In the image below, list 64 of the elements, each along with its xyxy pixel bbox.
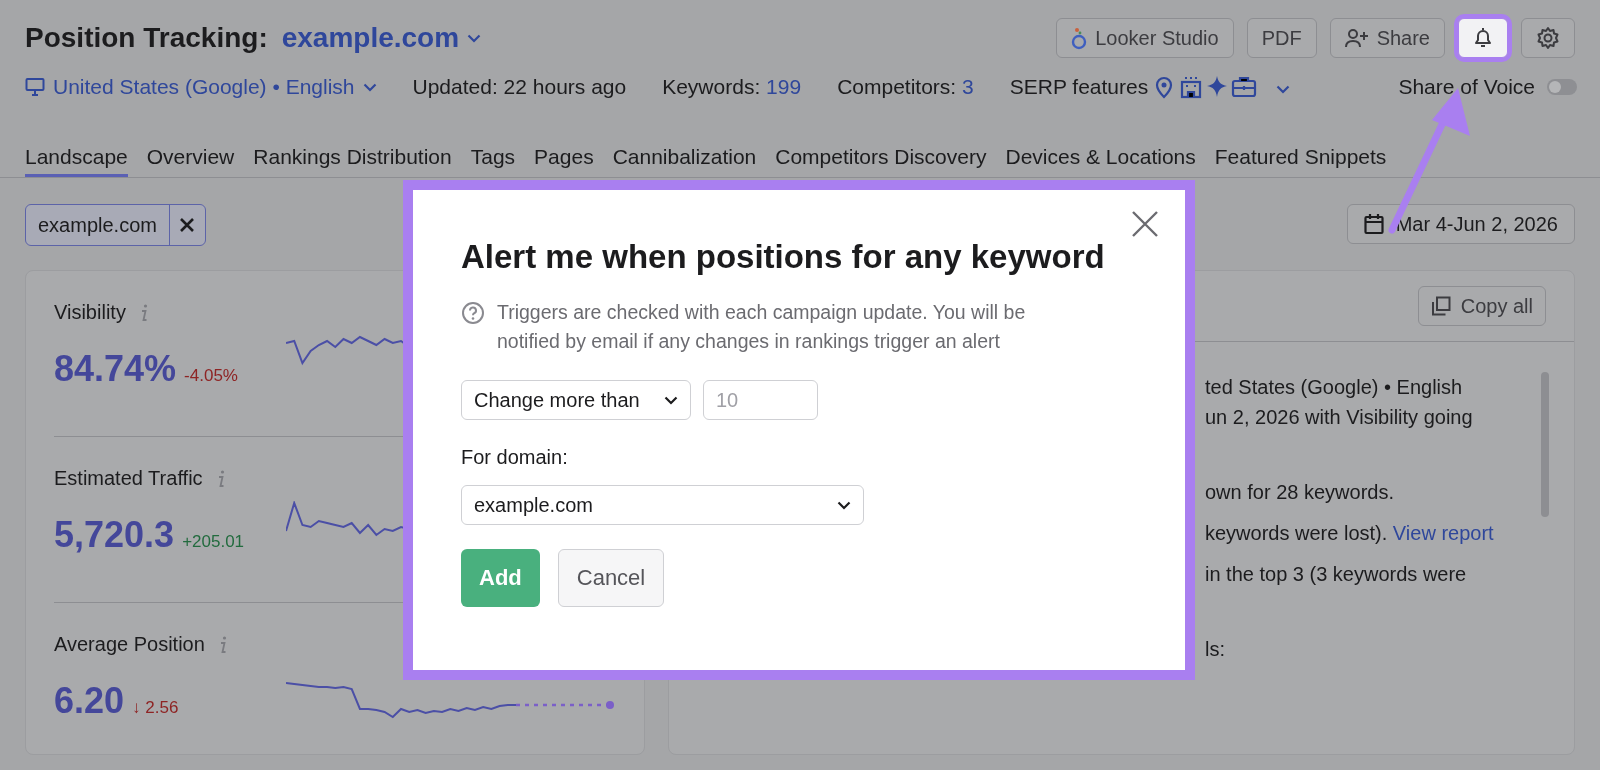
- tab[interactable]: Cannibalization: [612, 145, 757, 177]
- caret-icon: [664, 395, 678, 405]
- page-title: Position Tracking:: [25, 22, 268, 54]
- info-icon: [139, 303, 148, 322]
- metric-value: 84.74%: [54, 348, 177, 390]
- summary-text: keywords were lost). View report: [1205, 521, 1495, 546]
- looker-logo-icon: [1071, 26, 1088, 50]
- summary-text: ls:: [1205, 637, 1226, 662]
- settings-icon: [1536, 26, 1560, 50]
- close-icon: [180, 218, 195, 232]
- pdf-button[interactable]: PDF: [1246, 18, 1317, 58]
- dropdown-caret-icon: [1276, 85, 1291, 94]
- tab[interactable]: Featured Snippets: [1214, 145, 1387, 177]
- domain-label: For domain:: [461, 446, 569, 469]
- share-of-voice-toggle[interactable]: [1547, 79, 1577, 95]
- dialog-title: Alert me when positions for any keyword: [461, 238, 1106, 276]
- serp-features-label: SERP features: [1009, 75, 1149, 99]
- tab[interactable]: Landscape: [25, 145, 128, 177]
- cancel-button[interactable]: Cancel: [557, 549, 665, 607]
- summary-text: ted States (Google) • English: [1205, 375, 1464, 400]
- summary-text: un 2, 2026 with Visibility going: [1205, 405, 1474, 430]
- domain-dropdown[interactable]: example.com: [461, 485, 864, 525]
- metric-label: Average Position: [54, 633, 205, 656]
- bell-icon: [1473, 27, 1493, 49]
- copy-all-button[interactable]: Copy all: [1417, 286, 1546, 326]
- add-user-icon: [1344, 28, 1369, 48]
- view-report-link[interactable]: View report: [1392, 522, 1494, 544]
- scrollbar[interactable]: [1541, 372, 1549, 517]
- copy-icon: [1430, 296, 1451, 316]
- stat-text: Competitors: 3: [837, 75, 974, 99]
- share-of-voice-label: Share of Voice: [1398, 75, 1535, 99]
- help-text: Triggers are checked with each campaign update. You will be notified by email if any changes in rankings trigger an alert: [497, 300, 1027, 354]
- metric-change: +205.01: [182, 532, 245, 552]
- summary-text: own for 28 keywords.: [1205, 480, 1395, 505]
- threshold-input[interactable]: 10: [703, 380, 818, 420]
- caret-icon: [837, 500, 851, 510]
- metric-value: 6.20: [54, 680, 125, 722]
- looker-button[interactable]: Looker Studio: [1056, 18, 1234, 58]
- tab[interactable]: Tags: [470, 145, 516, 177]
- calendar-icon: [1363, 213, 1384, 235]
- share-button[interactable]: Share: [1329, 18, 1445, 58]
- metric-label: Visibility: [54, 301, 126, 324]
- caret-icon: [467, 33, 482, 43]
- info-icon: [218, 635, 227, 654]
- tab[interactable]: Overview: [146, 145, 235, 177]
- metric-change: -4.05%: [184, 366, 238, 386]
- stat-text: Keywords: 199: [662, 75, 802, 99]
- settings-button[interactable]: [1521, 18, 1575, 58]
- metric-change: ↓ 2.56: [132, 698, 179, 718]
- help-icon: [461, 301, 485, 325]
- chip-label: example.com: [37, 212, 158, 238]
- summary-text: in the top 3 (3 keywords were: [1205, 562, 1468, 587]
- metric-label: Estimated Traffic: [54, 467, 203, 490]
- tab[interactable]: Rankings Distribution: [253, 145, 452, 177]
- tab[interactable]: Pages: [534, 145, 594, 177]
- tab[interactable]: Competitors Discovery: [775, 145, 987, 177]
- close-button[interactable]: [1131, 210, 1159, 238]
- updated-text: Updated: 22 hours ago: [412, 75, 627, 99]
- condition-dropdown[interactable]: Change more than: [461, 380, 691, 420]
- caret-icon: [362, 82, 377, 92]
- monitor-icon: [25, 77, 45, 97]
- metric-value: 5,720.3: [54, 514, 175, 556]
- info-icon: [216, 469, 225, 488]
- tab[interactable]: Devices & Locations: [1005, 145, 1196, 177]
